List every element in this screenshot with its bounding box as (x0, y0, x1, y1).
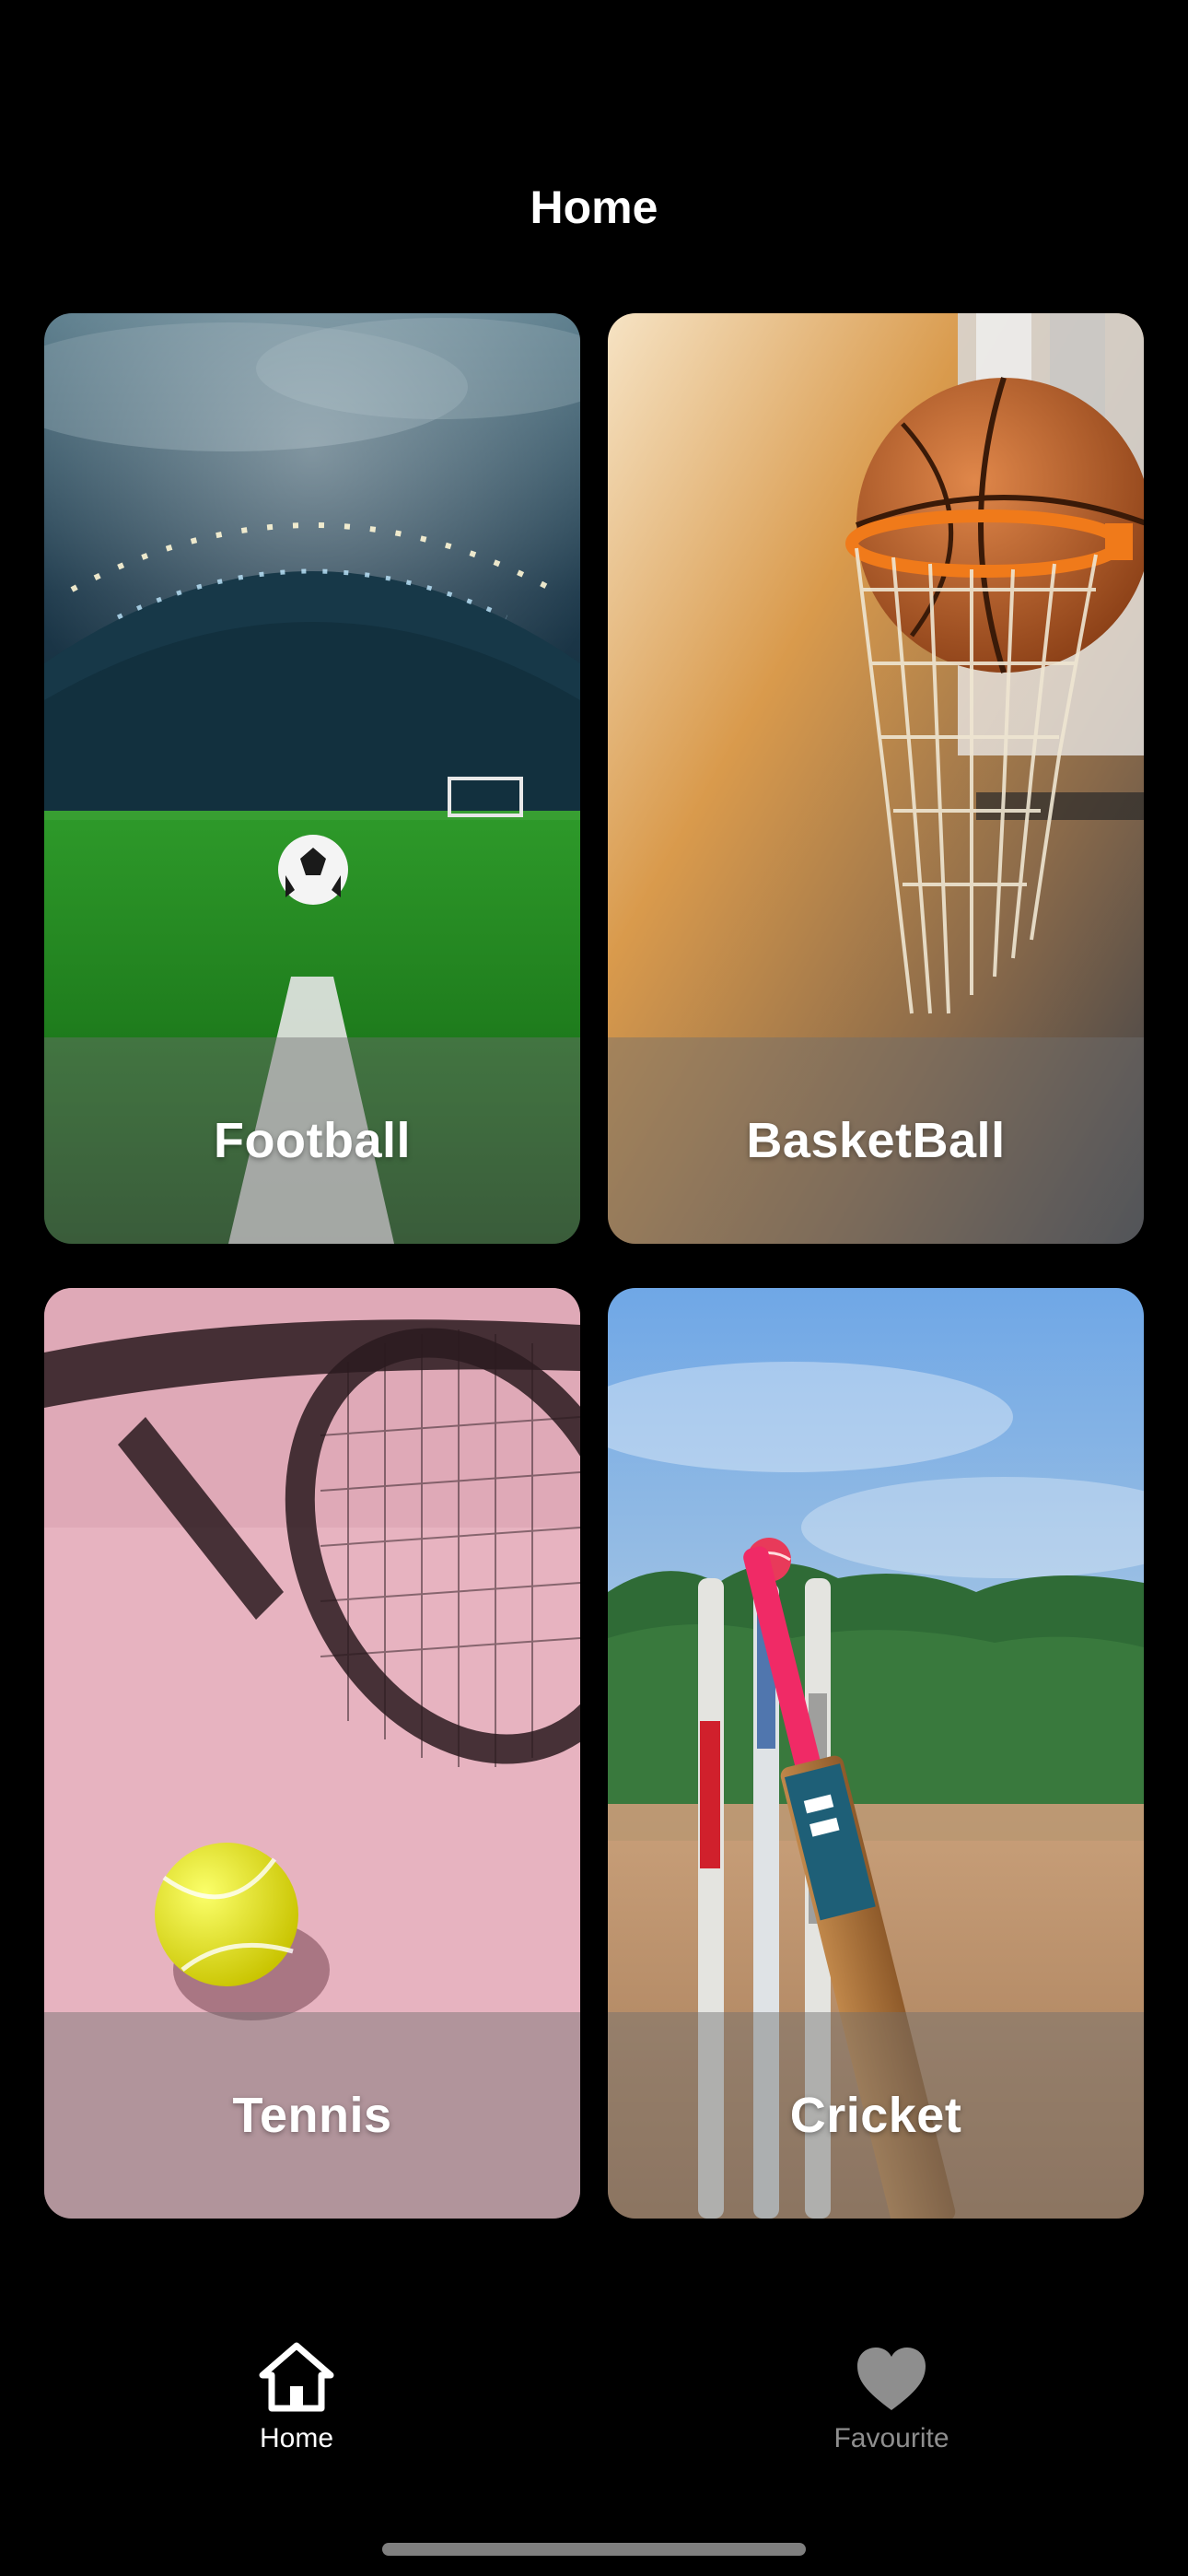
card-label: Cricket (789, 2088, 962, 2143)
card-football[interactable]: Football (44, 313, 580, 1244)
card-label-band: Tennis (44, 2012, 580, 2219)
tab-favourite[interactable]: Favourite (753, 2340, 1030, 2488)
home-icon (259, 2342, 334, 2412)
sports-grid: Football BasketBall Tennis Cricket (44, 313, 1144, 2219)
card-label: BasketBall (746, 1113, 1006, 1168)
card-basketball[interactable]: BasketBall (608, 313, 1144, 1244)
card-cricket[interactable]: Cricket (608, 1288, 1144, 2219)
card-label-band: Football (44, 1037, 580, 1244)
card-label-band: Cricket (608, 2012, 1144, 2219)
tab-label: Home (259, 2423, 334, 2453)
card-tennis[interactable]: Tennis (44, 1288, 580, 2219)
tab-home[interactable]: Home (158, 2340, 435, 2488)
home-indicator[interactable] (382, 2543, 806, 2556)
heart-icon (857, 2348, 926, 2410)
page-title: Home (530, 181, 658, 233)
tab-label: Favourite (833, 2423, 949, 2453)
card-label-band: BasketBall (608, 1037, 1144, 1244)
tab-bar: Home Favourite (0, 2340, 1188, 2488)
card-label: Tennis (232, 2088, 392, 2143)
card-label: Football (214, 1113, 411, 1168)
